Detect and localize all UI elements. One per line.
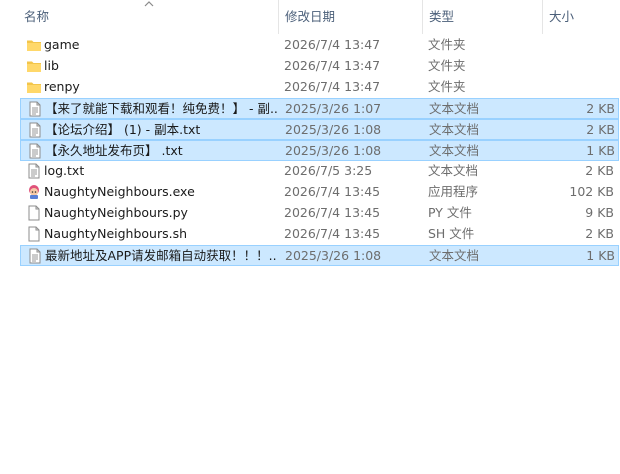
file-name: NaughtyNeighbours.py — [44, 205, 188, 220]
column-header-size[interactable]: 大小 — [545, 0, 620, 34]
file-row[interactable]: NaughtyNeighbours.sh 2026/7/4 13:45 SH 文件 2… — [20, 224, 619, 245]
file-size: 102 KB — [569, 184, 614, 199]
file-size: 1 KB — [586, 248, 615, 263]
column-header-type[interactable]: 类型 — [425, 0, 541, 34]
column-divider[interactable] — [542, 0, 543, 34]
file-modified-date: 2026/7/4 13:47 — [284, 58, 381, 73]
file-name: 最新地址及APP请发邮箱自动获取！！！... — [45, 248, 277, 263]
folder-icon — [26, 37, 42, 53]
folder-icon — [26, 79, 42, 95]
file-modified-date: 2025/3/26 1:08 — [285, 122, 382, 137]
file-modified-date: 2026/7/5 3:25 — [284, 163, 373, 178]
file-row[interactable]: game 2026/7/4 13:47 文件夹 — [20, 35, 619, 56]
file-modified-date: 2026/7/4 13:45 — [284, 226, 381, 241]
file-size — [548, 35, 614, 54]
file-name: 【来了就能下载和观看！纯免费！】 - 副... — [45, 101, 277, 116]
file-size: 2 KB — [586, 101, 615, 116]
file-type: 文本文档 — [429, 101, 480, 116]
file-modified-date: 2025/3/26 1:08 — [285, 143, 382, 158]
file-modified-date: 2026/7/4 13:45 — [284, 184, 381, 199]
blank-file-icon — [26, 226, 42, 242]
file-row[interactable]: lib 2026/7/4 13:47 文件夹 — [20, 56, 619, 77]
file-name: 【永久地址发布页】 .txt — [45, 143, 183, 158]
file-size — [548, 56, 614, 75]
text-file-icon — [26, 163, 42, 179]
file-size: 2 KB — [585, 163, 614, 178]
text-file-icon — [27, 143, 43, 159]
column-header-date[interactable]: 修改日期 — [281, 0, 421, 34]
column-header-name[interactable]: 名称 — [20, 0, 278, 34]
file-type: 文本文档 — [429, 122, 480, 137]
file-name: log.txt — [44, 163, 85, 178]
file-type: 文本文档 — [428, 163, 479, 178]
file-type: 文本文档 — [429, 143, 480, 158]
column-header-bar: 名称 修改日期 类型 大小 — [0, 0, 620, 34]
file-modified-date: 2026/7/4 13:45 — [284, 205, 381, 220]
file-name: renpy — [44, 79, 80, 94]
file-name: NaughtyNeighbours.sh — [44, 226, 188, 241]
column-divider[interactable] — [278, 0, 279, 34]
file-size: 2 KB — [586, 122, 615, 137]
file-size: 1 KB — [586, 143, 615, 158]
file-type: 文件夹 — [428, 79, 466, 94]
text-file-icon — [27, 122, 43, 138]
file-modified-date: 2026/7/4 13:47 — [284, 79, 381, 94]
file-modified-date: 2026/7/4 13:47 — [284, 37, 381, 52]
folder-icon — [26, 58, 42, 74]
file-row[interactable]: log.txt 2026/7/5 3:25 文本文档 2 KB — [20, 161, 619, 182]
file-type: 应用程序 — [428, 184, 479, 199]
file-type: 文件夹 — [428, 58, 466, 73]
file-name: lib — [44, 58, 59, 73]
file-row[interactable]: NaughtyNeighbours.py 2026/7/4 13:45 PY 文件 9… — [20, 203, 619, 224]
file-size: 2 KB — [585, 226, 614, 241]
file-row[interactable]: 【永久地址发布页】 .txt 2025/3/26 1:08 文本文档 1 KB — [20, 140, 619, 161]
file-name: NaughtyNeighbours.exe — [44, 184, 195, 199]
text-file-icon — [27, 248, 43, 264]
file-modified-date: 2025/3/26 1:08 — [285, 248, 382, 263]
file-type: PY 文件 — [428, 205, 472, 220]
file-row[interactable]: NaughtyNeighbours.exe 2026/7/4 13:45 应用程序 1… — [20, 182, 619, 203]
file-row[interactable]: 最新地址及APP请发邮箱自动获取！！！... 2025/3/26 1:08 文本文档… — [20, 245, 619, 266]
app-icon — [26, 184, 42, 200]
file-size: 9 KB — [585, 205, 614, 220]
file-name: 【论坛介绍】 (1) - 副本.txt — [45, 122, 201, 137]
file-name: game — [44, 37, 80, 52]
file-type: 文本文档 — [429, 248, 480, 263]
column-divider[interactable] — [422, 0, 423, 34]
file-row[interactable]: 【来了就能下载和观看！纯免费！】 - 副... 2025/3/26 1:07 文本文… — [20, 98, 619, 119]
file-size — [548, 77, 614, 96]
file-type: SH 文件 — [428, 226, 475, 241]
text-file-icon — [27, 101, 43, 117]
file-explorer: 名称 修改日期 类型 大小 game 2026/7/4 13:47 文件夹 lib 20… — [0, 0, 620, 474]
file-type: 文件夹 — [428, 37, 466, 52]
file-modified-date: 2025/3/26 1:07 — [285, 101, 382, 116]
file-row[interactable]: 【论坛介绍】 (1) - 副本.txt 2025/3/26 1:08 文本文档 2 K… — [20, 119, 619, 140]
file-row[interactable]: renpy 2026/7/4 13:47 文件夹 — [20, 77, 619, 98]
blank-file-icon — [26, 205, 42, 221]
